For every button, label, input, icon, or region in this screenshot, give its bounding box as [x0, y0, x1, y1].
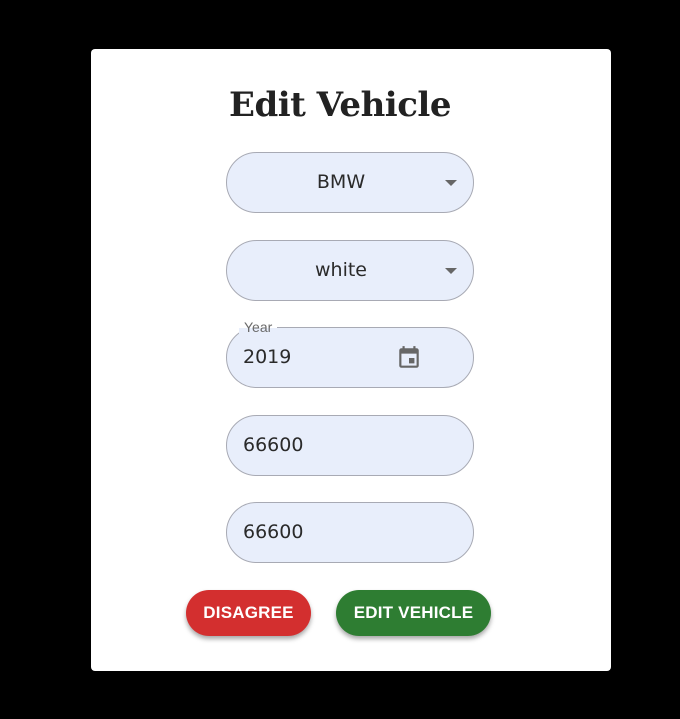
brand-select[interactable]: BMW	[226, 152, 474, 213]
disagree-button[interactable]: DISAGREE	[186, 590, 311, 636]
year-field-value: 2019	[243, 346, 292, 368]
edit-vehicle-button[interactable]: EDIT VEHICLE	[336, 590, 491, 636]
caret-down-icon	[445, 268, 457, 274]
color-select[interactable]: white	[226, 240, 474, 301]
mileage-input-value: 66600	[243, 434, 304, 456]
price-input-value: 66600	[243, 521, 304, 543]
calendar-icon[interactable]	[396, 345, 422, 371]
price-input[interactable]: 66600	[226, 502, 474, 563]
caret-down-icon	[445, 180, 457, 186]
mileage-input[interactable]: 66600	[226, 415, 474, 476]
color-select-value: white	[315, 259, 367, 281]
year-field[interactable]: Year 2019	[226, 319, 474, 388]
dialog-title: Edit Vehicle	[229, 85, 451, 125]
brand-select-value: BMW	[316, 171, 366, 193]
